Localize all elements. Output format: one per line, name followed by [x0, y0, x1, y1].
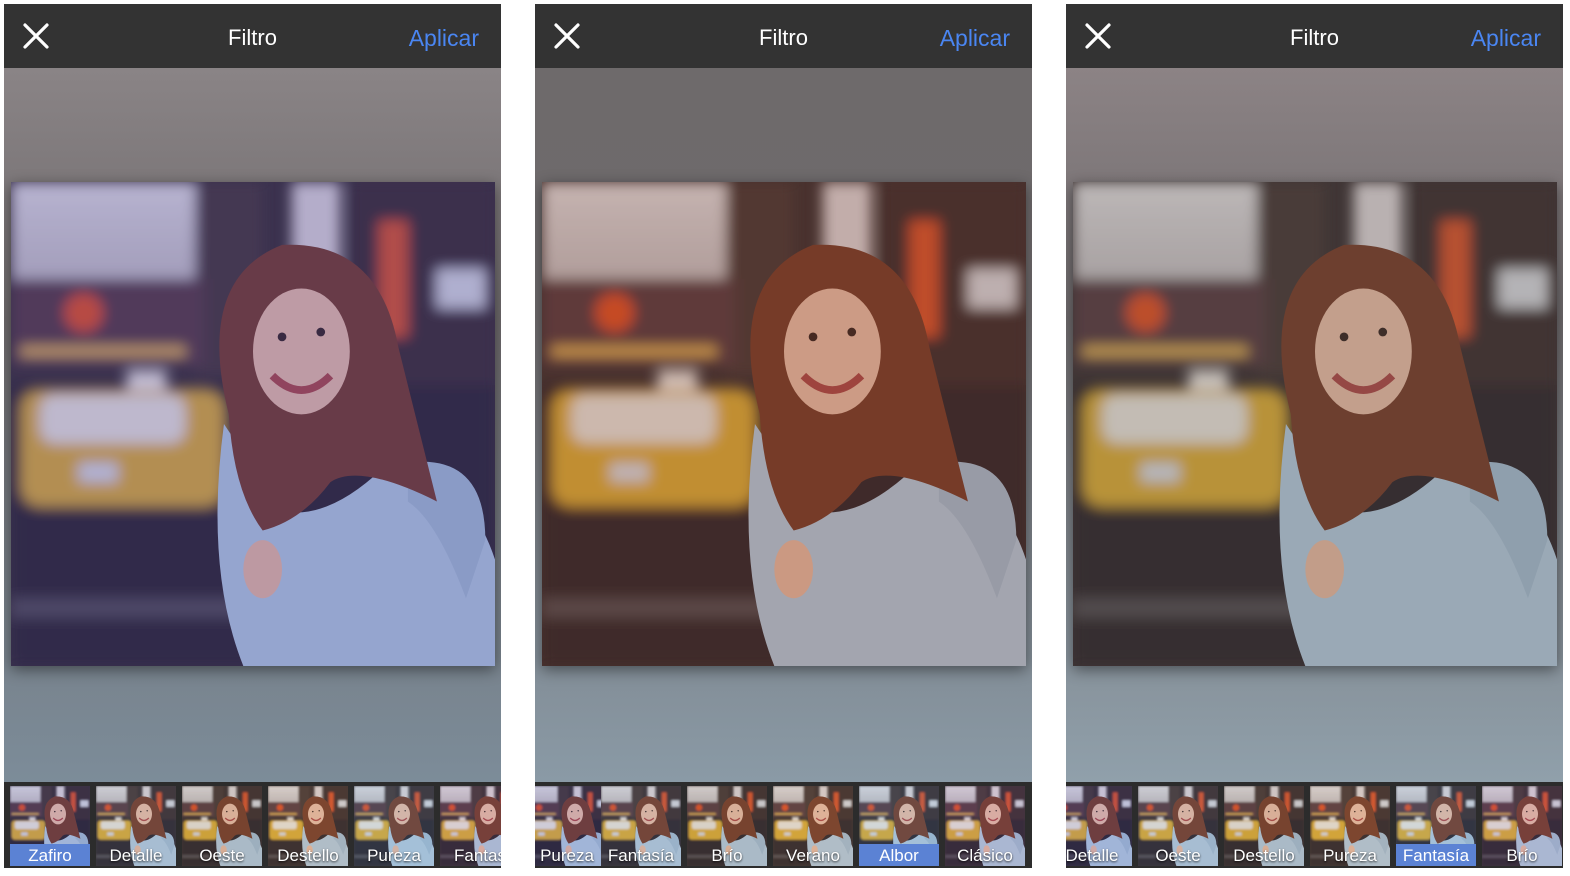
- filter-label: Fantasía: [607, 846, 675, 865]
- filter-thumb-oeste[interactable]: Oeste: [182, 786, 262, 866]
- apply-button[interactable]: Aplicar: [940, 4, 1010, 68]
- filter-label: Fantas: [454, 846, 501, 865]
- filter-strip[interactable]: Pureza Fantasía Brío Verano Albor Clásic…: [535, 782, 1032, 868]
- filter-label: Destello: [1233, 846, 1295, 865]
- filter-label: Oeste: [199, 846, 245, 865]
- canvas-area: [1066, 68, 1563, 782]
- filter-thumb-fantas[interactable]: Fantas: [440, 786, 501, 866]
- filter-label: Brío: [711, 846, 743, 865]
- filter-thumb-verano[interactable]: Verano: [773, 786, 853, 866]
- filter-thumb-brío[interactable]: Brío: [687, 786, 767, 866]
- filter-screen-fantasia: Filtro Aplicar Detalle Oeste Destello Pu…: [1066, 4, 1563, 868]
- filter-label: Oeste: [1155, 846, 1201, 865]
- filter-screen-albor: Filtro Aplicar Pureza Fantasía Brío Vera…: [535, 4, 1032, 868]
- close-icon[interactable]: [18, 18, 54, 54]
- filter-label: Zafiro: [10, 844, 90, 866]
- photo-preview[interactable]: [542, 182, 1026, 666]
- filter-label: Pureza: [540, 846, 594, 865]
- filter-thumb-pureza[interactable]: Pureza: [354, 786, 434, 866]
- filter-strip[interactable]: Detalle Oeste Destello Pureza Fantasía B…: [1066, 782, 1563, 868]
- filter-label: Detalle: [109, 846, 163, 865]
- filter-label: Destello: [277, 846, 339, 865]
- filter-label: Fantasía: [1396, 844, 1476, 866]
- filter-label: Verano: [786, 846, 840, 865]
- filter-thumb-pureza[interactable]: Pureza: [535, 786, 607, 866]
- filter-label: Pureza: [367, 846, 421, 865]
- canvas-area: [4, 68, 501, 782]
- filter-thumb-destello[interactable]: Destello: [268, 786, 348, 866]
- filter-thumb-pureza[interactable]: Pureza: [1310, 786, 1390, 866]
- filter-thumb-fantasía[interactable]: Fantasía: [601, 786, 681, 866]
- close-icon[interactable]: [1080, 18, 1116, 54]
- photo-preview[interactable]: [11, 182, 495, 666]
- top-bar: Filtro Aplicar: [1066, 4, 1563, 68]
- filter-label: Albor: [859, 844, 939, 866]
- filter-screen-zafiro: Filtro Aplicar Zafiro Detalle Oeste Dest…: [4, 4, 501, 868]
- apply-button[interactable]: Aplicar: [1471, 4, 1541, 68]
- close-icon[interactable]: [549, 18, 585, 54]
- filter-thumb-clásico[interactable]: Clásico: [945, 786, 1025, 866]
- filter-thumb-albor[interactable]: Albor: [859, 786, 939, 866]
- filter-thumb-brío[interactable]: Brío: [1482, 786, 1562, 866]
- canvas-area: [535, 68, 1032, 782]
- filter-label: Clásico: [957, 846, 1013, 865]
- top-bar: Filtro Aplicar: [535, 4, 1032, 68]
- filter-thumb-oeste[interactable]: Oeste: [1138, 786, 1218, 866]
- filter-thumb-destello[interactable]: Destello: [1224, 786, 1304, 866]
- filter-thumb-zafiro[interactable]: Zafiro: [10, 786, 90, 866]
- filter-label: Brío: [1506, 846, 1538, 865]
- filter-thumb-detalle[interactable]: Detalle: [1066, 786, 1132, 866]
- photo-preview[interactable]: [1073, 182, 1557, 666]
- filter-label: Detalle: [1066, 846, 1119, 865]
- filter-label: Pureza: [1323, 846, 1377, 865]
- filter-strip[interactable]: Zafiro Detalle Oeste Destello Pureza Fan…: [4, 782, 501, 868]
- filter-thumb-detalle[interactable]: Detalle: [96, 786, 176, 866]
- top-bar: Filtro Aplicar: [4, 4, 501, 68]
- filter-thumb-fantasía[interactable]: Fantasía: [1396, 786, 1476, 866]
- apply-button[interactable]: Aplicar: [409, 4, 479, 68]
